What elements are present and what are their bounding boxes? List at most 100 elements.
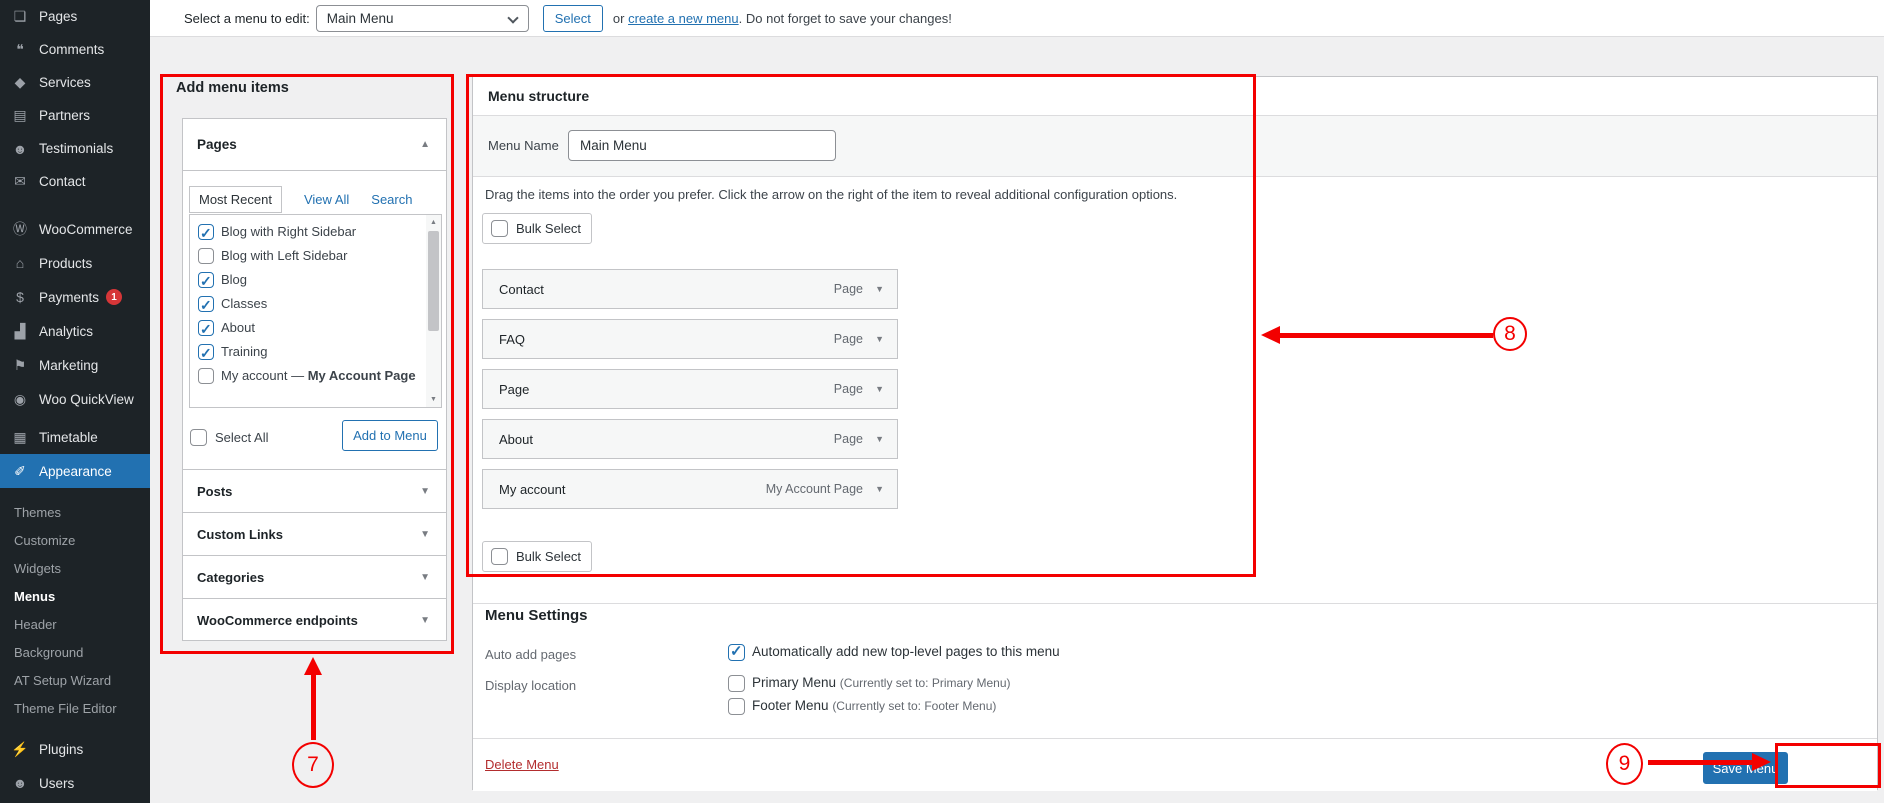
bulk-select-checkbox[interactable]: ✓ xyxy=(491,548,508,565)
footer-menu-checkbox[interactable]: ✓ xyxy=(728,698,745,715)
submenu-item[interactable]: Customize xyxy=(0,526,150,554)
select-all-checkbox[interactable]: ✓ xyxy=(190,429,207,446)
scroll-up-icon[interactable]: ▲ xyxy=(426,215,441,230)
page-checkbox[interactable]: ✓ xyxy=(198,248,214,264)
checklist-item[interactable]: ✓My account — My Account Page xyxy=(198,364,421,388)
menu-item-bar[interactable]: About Page ▼ xyxy=(482,419,898,459)
sidebar-item[interactable]: ⌂ Products xyxy=(0,246,150,280)
menu-item-label: My account xyxy=(499,482,565,497)
sidebar-item[interactable]: ✉ Contact xyxy=(0,165,150,198)
submenu-item[interactable]: Background xyxy=(0,638,150,666)
sidebar-item[interactable]: ◉ Woo QuickView xyxy=(0,382,150,416)
sidebar-item-label: Plugins xyxy=(39,742,83,757)
menu-name-input[interactable] xyxy=(568,130,836,161)
bulk-select-checkbox[interactable]: ✓ xyxy=(491,220,508,237)
pages-accordion-header[interactable]: Pages ▲ xyxy=(183,119,446,171)
sidebar-item[interactable]: $ Payments 1 xyxy=(0,280,150,314)
primary-menu-label: Primary Menu (Currently set to: Primary … xyxy=(752,675,1011,690)
sidebar-item-icon: ❝ xyxy=(11,41,29,58)
menu-structure-titlebar: Menu structure xyxy=(473,77,1877,116)
page-checkbox[interactable]: ✓ xyxy=(198,320,214,336)
sidebar-item[interactable]: ◆ Services xyxy=(0,66,150,99)
checklist-item[interactable]: ✓Training xyxy=(198,340,421,364)
page-checkbox[interactable]: ✓ xyxy=(198,272,214,288)
sidebar-item[interactable]: ⚡ Plugins xyxy=(0,732,150,766)
sidebar-item[interactable]: ⚑ Marketing xyxy=(0,348,150,382)
menu-item-type: Page xyxy=(834,382,863,396)
sidebar-item[interactable]: ❝ Comments xyxy=(0,33,150,66)
sidebar-item-label: Woo QuickView xyxy=(39,392,134,407)
delete-menu-link[interactable]: Delete Menu xyxy=(485,757,559,772)
tab-view-all[interactable]: View All xyxy=(304,192,349,207)
accordion-section-header[interactable]: Posts ▼ xyxy=(183,469,446,512)
submenu-item-label: Header xyxy=(14,617,57,632)
page-checkbox[interactable]: ✓ xyxy=(198,344,214,360)
page-checkbox[interactable]: ✓ xyxy=(198,296,214,312)
create-new-menu-link[interactable]: create a new menu xyxy=(628,11,739,26)
accordion-section-header[interactable]: WooCommerce endpoints ▼ xyxy=(183,598,446,641)
sidebar-item-icon: $ xyxy=(11,289,29,305)
auto-add-checkbox[interactable]: ✓ xyxy=(728,644,745,661)
submenu-item[interactable]: Themes xyxy=(0,498,150,526)
menu-item-bar[interactable]: Page Page ▼ xyxy=(482,369,898,409)
accordion-section-header[interactable]: Custom Links ▼ xyxy=(183,512,446,555)
sidebar-item[interactable]: Ⓦ WooCommerce xyxy=(0,212,150,246)
sidebar-item[interactable]: ✐ Appearance xyxy=(0,454,150,488)
tab-search[interactable]: Search xyxy=(371,192,412,207)
pages-checklist-box: ✓Blog with Right Sidebar ✓Blog with Left… xyxy=(189,214,442,408)
submenu-item-label: Themes xyxy=(14,505,61,520)
chevron-up-icon[interactable]: ▲ xyxy=(420,139,430,150)
checklist-item[interactable]: ✓Classes xyxy=(198,292,421,316)
sidebar-item[interactable]: ☻ Users xyxy=(0,766,150,800)
sidebar-item[interactable]: ▦ Timetable xyxy=(0,420,150,454)
sidebar-item-icon: ⌂ xyxy=(11,255,29,271)
submenu-item[interactable]: Header xyxy=(0,610,150,638)
submenu-item[interactable]: Menus xyxy=(0,582,150,610)
sidebar-item[interactable]: ☻ Testimonials xyxy=(0,132,150,165)
sidebar-item[interactable]: ▟ Analytics xyxy=(0,314,150,348)
select-button[interactable]: Select xyxy=(543,5,603,32)
submenu-item[interactable]: AT Setup Wizard xyxy=(0,666,150,694)
save-menu-button[interactable]: Save Menu xyxy=(1703,752,1788,784)
accordion-section-header[interactable]: Categories ▼ xyxy=(183,555,446,598)
chevron-down-icon[interactable]: ▼ xyxy=(875,484,884,494)
page-label: Blog xyxy=(221,272,247,287)
pages-list-scrollbar[interactable]: ▲ ▼ xyxy=(426,215,441,407)
checklist-item[interactable]: ✓About xyxy=(198,316,421,340)
menu-item-bar[interactable]: Contact Page ▼ xyxy=(482,269,898,309)
checklist-item[interactable]: ✓Blog with Left Sidebar xyxy=(198,244,421,268)
submenu-item[interactable]: Widgets xyxy=(0,554,150,582)
menu-item-bar[interactable]: My account My Account Page ▼ xyxy=(482,469,898,509)
submenu-item-label: Menus xyxy=(14,589,55,604)
chevron-down-icon[interactable]: ▼ xyxy=(875,284,884,294)
sidebar-item[interactable]: ❏ Pages xyxy=(0,0,150,33)
check-icon: ✓ xyxy=(200,341,212,365)
chevron-down-icon[interactable]: ▼ xyxy=(875,434,884,444)
chevron-down-icon[interactable]: ▼ xyxy=(875,384,884,394)
pages-checklist: ✓Blog with Right Sidebar ✓Blog with Left… xyxy=(198,220,421,388)
sidebar-item[interactable]: ▤ Partners xyxy=(0,99,150,132)
scroll-down-icon[interactable]: ▼ xyxy=(426,392,441,407)
menu-settings-title: Menu Settings xyxy=(485,607,588,624)
appearance-submenu: Themes Customize Widgets Menus Header xyxy=(0,498,150,722)
add-to-menu-button[interactable]: Add to Menu xyxy=(342,420,438,451)
sidebar-item-icon: ⚡ xyxy=(11,741,29,758)
chevron-down-icon[interactable]: ▼ xyxy=(875,334,884,344)
submenu-item-label: Theme File Editor xyxy=(14,701,117,716)
page-checkbox[interactable]: ✓ xyxy=(198,368,214,384)
tab-most-recent[interactable]: Most Recent xyxy=(189,186,282,213)
scrollbar-thumb[interactable] xyxy=(428,231,439,331)
sidebar-item-icon: ▟ xyxy=(11,323,29,340)
sidebar-item-label: Services xyxy=(39,75,91,90)
sidebar-group-top: ❏ Pages ❝ Comments ◆ Services ▤ xyxy=(0,0,150,198)
submenu-item[interactable]: Theme File Editor xyxy=(0,694,150,722)
checklist-item[interactable]: ✓Blog with Right Sidebar xyxy=(198,220,421,244)
menu-select-dropdown[interactable]: Main Menu xyxy=(316,5,529,32)
primary-menu-checkbox[interactable]: ✓ xyxy=(728,675,745,692)
checklist-item[interactable]: ✓ Blog xyxy=(198,268,421,292)
accordion-section-title: WooCommerce endpoints xyxy=(197,613,358,628)
sidebar-group-woocommerce: Ⓦ WooCommerce ⌂ Products $ Payments 1 xyxy=(0,212,150,416)
menu-item-bar[interactable]: FAQ Page ▼ xyxy=(482,319,898,359)
page-checkbox[interactable]: ✓ xyxy=(198,224,214,240)
sidebar-item-icon: ▤ xyxy=(11,107,29,124)
